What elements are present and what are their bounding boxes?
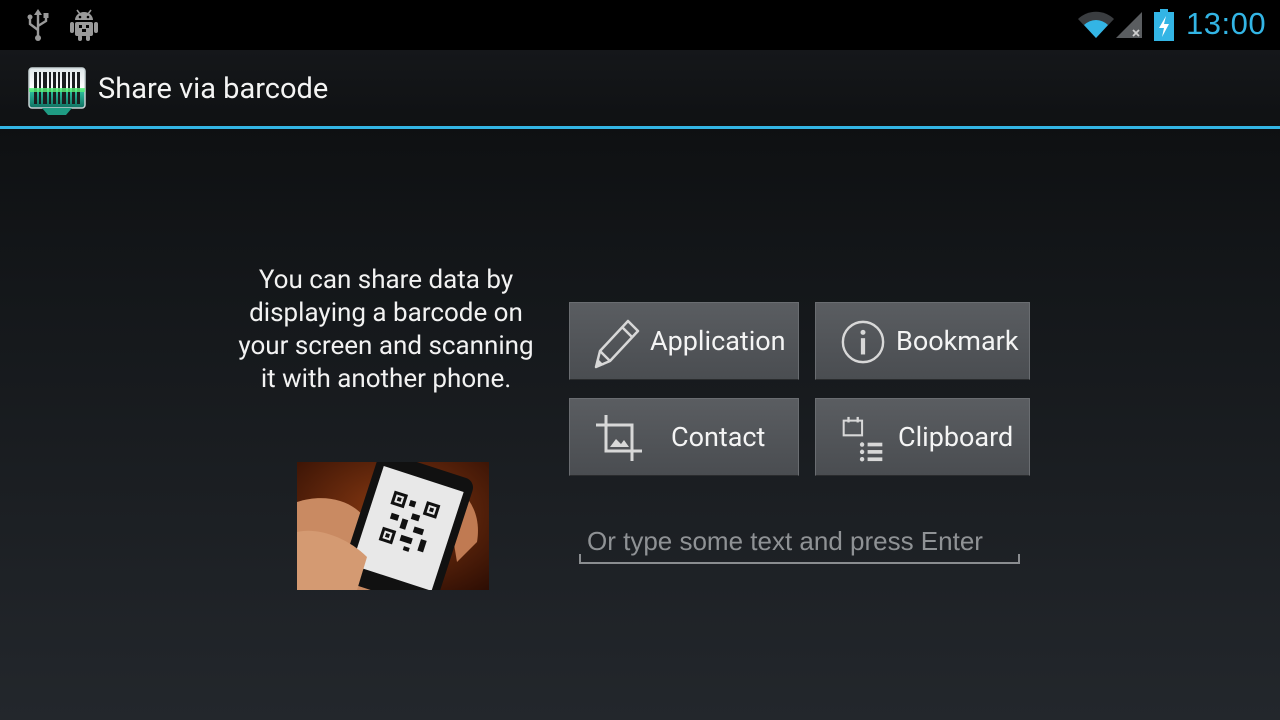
clipboard-list-icon <box>842 416 883 462</box>
pencil-icon <box>594 319 640 369</box>
info-icon <box>841 320 885 364</box>
crop-icon <box>596 415 642 461</box>
battery-charging-icon <box>1154 9 1174 41</box>
barcode-scanner-icon[interactable] <box>28 66 86 116</box>
usb-icon <box>27 9 49 41</box>
text-input[interactable] <box>585 520 1019 562</box>
bookmark-button[interactable]: Bookmark <box>815 302 1030 380</box>
contact-label: Contact <box>671 421 766 453</box>
bookmark-label: Bookmark <box>896 325 1019 357</box>
action-bar: Share via barcode <box>0 50 1280 129</box>
signal-icon <box>1116 12 1142 38</box>
clock: 13:00 <box>1186 6 1267 41</box>
contact-button[interactable]: Contact <box>569 398 799 476</box>
text-input-field[interactable] <box>579 520 1020 564</box>
android-debug-icon <box>70 9 98 41</box>
intro-text: You can share data by displaying a barco… <box>238 265 534 394</box>
wifi-icon <box>1078 11 1114 38</box>
status-bar: 13:00 <box>0 0 1280 50</box>
application-button[interactable]: Application <box>569 302 799 380</box>
clipboard-label: Clipboard <box>898 421 1014 453</box>
clipboard-button[interactable]: Clipboard <box>815 398 1030 476</box>
page-title: Share via barcode <box>98 72 329 106</box>
application-label: Application <box>650 325 786 357</box>
phone-showing-qr-code-photo <box>297 462 489 590</box>
